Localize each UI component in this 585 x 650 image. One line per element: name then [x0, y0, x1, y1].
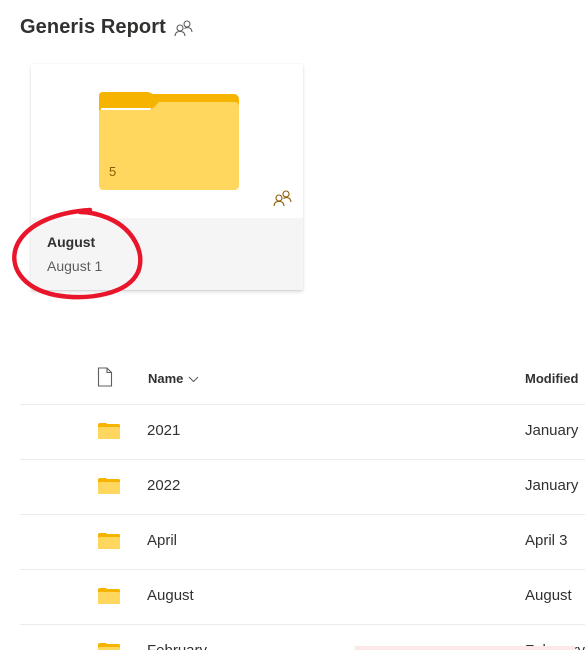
folder-card-date: August 1 [47, 258, 103, 274]
folder-icon [97, 477, 121, 500]
folder-card-august[interactable]: 5 August August 1 [31, 64, 303, 290]
folder-icon [97, 642, 121, 650]
document-list: Name Modified 2021 January 2022 January [20, 354, 585, 650]
selection-highlight-edge [355, 646, 575, 650]
folder-icon [97, 587, 121, 610]
column-header-name[interactable]: Name [148, 371, 199, 386]
row-name[interactable]: 2022 [147, 477, 180, 494]
page-title: Generis Report [20, 16, 166, 38]
table-row[interactable]: April April 3 [20, 515, 585, 570]
column-header-name-label: Name [148, 371, 184, 386]
folder-card-thumbnail: 5 [31, 64, 303, 218]
table-row[interactable]: 2022 January [20, 460, 585, 515]
list-header-row: Name Modified [20, 354, 585, 405]
row-name[interactable]: 2021 [147, 422, 180, 439]
row-modified: January [525, 477, 579, 494]
row-name[interactable]: April [147, 532, 177, 549]
row-modified: April 3 [525, 532, 568, 549]
row-modified: August [525, 587, 572, 604]
folder-card-name[interactable]: August [47, 234, 95, 250]
chevron-down-icon [188, 371, 199, 386]
column-header-modified[interactable]: Modified [525, 371, 578, 386]
row-modified: January [525, 422, 579, 439]
folder-icon [97, 532, 121, 555]
folder-icon [99, 92, 239, 190]
people-share-icon[interactable] [174, 19, 194, 37]
row-name[interactable]: August [147, 587, 194, 604]
library-header: Generis Report [20, 16, 194, 39]
folder-item-count: 5 [109, 164, 117, 179]
folder-icon [97, 422, 121, 445]
folder-card-footer: August August 1 [31, 218, 303, 290]
table-row[interactable]: August August [20, 570, 585, 625]
sharepoint-library-page: Generis Report 5 August August 1 Name Mo… [0, 0, 585, 650]
file-type-icon[interactable] [97, 367, 113, 392]
table-row[interactable]: 2021 January [20, 405, 585, 460]
row-name[interactable]: February [147, 642, 207, 650]
